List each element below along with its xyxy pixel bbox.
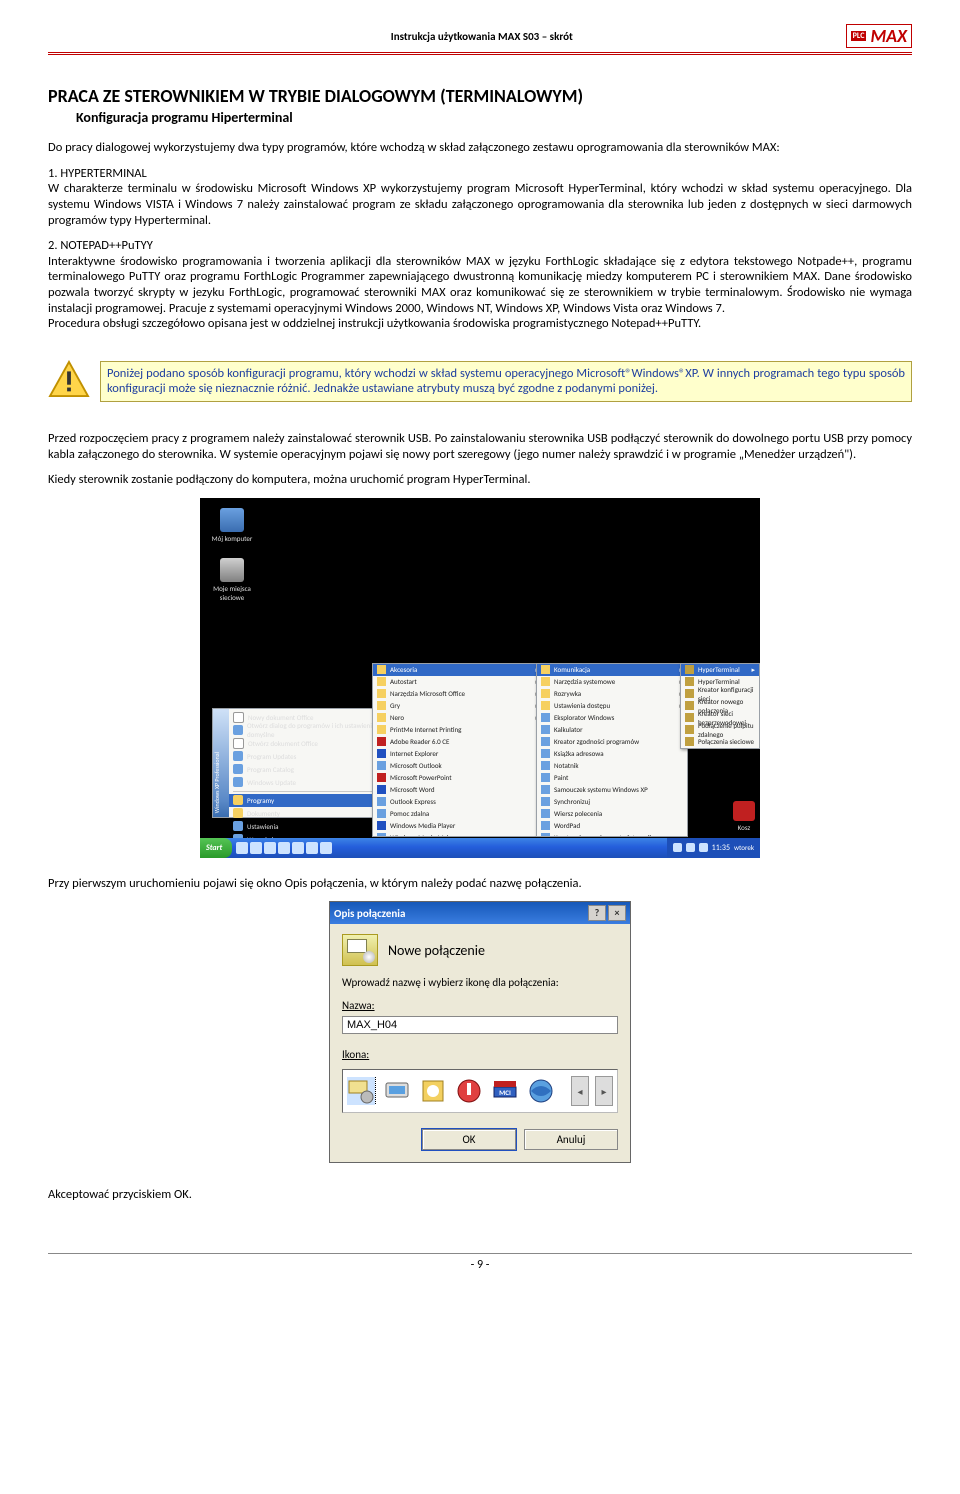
conn-icon-option[interactable]: MCI [491,1077,519,1105]
dialog-titlebar: Opis połączenia ? × [330,902,630,924]
tray-clock: 11:35 [712,843,730,853]
icon-scroll-left[interactable]: ◂ [571,1076,589,1106]
desktop-my-computer-icon[interactable]: Mój komputer [210,508,254,543]
list-heading-2: 2. NOTEPAD++PuTYY [48,238,912,254]
ok-button[interactable]: OK [422,1129,516,1150]
system-tray[interactable]: 11:35 wtorek [667,838,760,858]
page-footer: - 9 - [48,1253,912,1272]
accessories-submenu[interactable]: Komunikacja▸ Narzędzia systemowe▸ Rozryw… [536,663,688,837]
dialog-header: Nowe połączenie [388,942,485,959]
dialog-help-button[interactable]: ? [588,905,606,921]
dialog-prompt: Wprowadź nazwę i wybierz ikonę dla połąc… [342,976,618,989]
paragraph-run: Kiedy sterownik zostanie podłączony do k… [48,472,912,488]
start-menu-programs[interactable]: Programy▸ [229,794,381,807]
warning-block: Poniżej podano sposób konfiguracji progr… [48,360,912,403]
programs-accessories[interactable]: Akcesoria▸ [373,664,543,676]
start-menu[interactable]: Windows XP Professional Nowy dokument Of… [212,708,382,818]
paragraph-first-run: Przy pierwszym uruchomieniu pojawi się o… [48,876,912,892]
conn-icon-option[interactable] [347,1077,375,1105]
logo-max: MAX [870,27,907,45]
icon-field-label: Ikona: [342,1048,369,1061]
svg-text:MCI: MCI [499,1088,511,1097]
hyperterminal-folder[interactable]: HyperTerminal▸ [681,664,759,676]
icon-scroll-right[interactable]: ▸ [595,1076,613,1106]
connection-name-input[interactable] [342,1016,618,1034]
list-heading-1: 1. HYPERTERMINAL [48,166,912,182]
paragraph-procedure: Procedura obsługi szczegółowo opisana je… [48,316,912,332]
start-button[interactable]: Start [200,838,232,858]
taskbar: Start 11:35 wtorek [200,838,760,858]
connection-icon [342,934,378,966]
programs-submenu[interactable]: Akcesoria▸ Autostart▸ Narzędzia Microsof… [372,663,544,837]
section-subheading: Konfiguracja programu Hiperterminal [76,109,912,126]
desktop-icon-label: Moje miejsca sieciowe [210,584,254,602]
conn-icon-option[interactable] [527,1077,555,1105]
icon-picker[interactable]: MCI ◂ ▸ [342,1069,618,1113]
header-title: Instrukcja użytkowania MAX S03 – skrót [118,24,846,43]
conn-icon-option[interactable] [419,1077,447,1105]
accessories-communication[interactable]: Komunikacja▸ [537,664,687,676]
paragraph-hyperterminal: W charakterze terminalu w środowisku Mic… [48,181,912,228]
screenshot-desktop: Mój komputer Moje miejsca sieciowe Kosz … [200,498,760,858]
dialog-close-button[interactable]: × [608,905,626,921]
quick-launch[interactable] [232,842,336,854]
paragraph-notepad: Interaktywne środowisko programowania i … [48,254,912,317]
paragraph-before-start: Przed rozpoczęciem pracy z programem nal… [48,431,912,462]
warning-icon [48,360,90,403]
desktop-icon-label: Mój komputer [210,534,254,543]
brand-logo: PLC MAX [846,24,912,48]
cancel-button[interactable]: Anuluj [524,1129,618,1150]
conn-icon-option[interactable] [455,1077,483,1105]
paragraph-intro: Do pracy dialogowej wykorzystujemy dwa t… [48,140,912,156]
communication-submenu[interactable]: HyperTerminal▸ HyperTerminal Kreator kon… [680,663,760,749]
desktop-recycle-bin-icon[interactable]: Kosz [730,801,758,832]
tray-date: wtorek [734,843,754,852]
logo-plc: PLC [851,31,867,41]
xp-strip-label: Windows XP Professional [213,752,229,813]
dialog-title-text: Opis połączenia [334,907,586,920]
name-field-label: Nazwa: [342,999,375,1012]
screenshot-connection-dialog: Opis połączenia ? × Nowe połączenie Wpro… [329,901,631,1163]
desktop-network-places-icon[interactable]: Moje miejsca sieciowe [210,558,254,602]
section-heading: PRACA ZE STEROWNIKIEM W TRYBIE DIALOGOWY… [48,85,912,107]
desktop-icon-label: Kosz [730,823,758,832]
conn-icon-option[interactable] [383,1077,411,1105]
page-header: Instrukcja użytkowania MAX S03 – skrót P… [48,24,912,55]
paragraph-accept: Akceptować przyciskiem OK. [48,1187,912,1203]
warning-text: Poniżej podano sposób konfiguracji progr… [100,361,912,402]
